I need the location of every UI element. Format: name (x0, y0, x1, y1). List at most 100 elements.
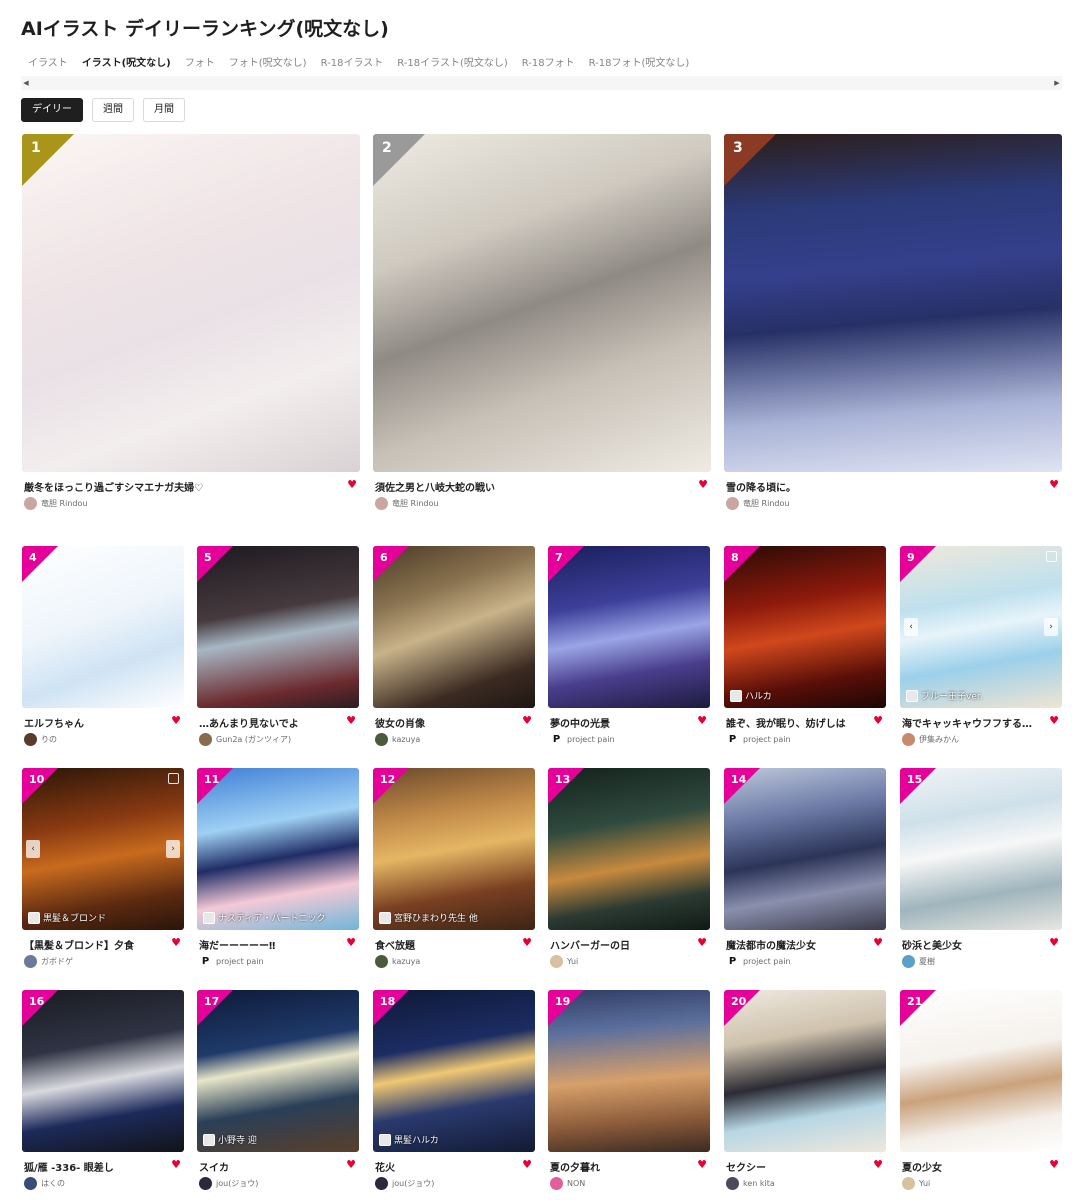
artwork-thumbnail[interactable]: 6 (373, 546, 535, 708)
author-link[interactable]: 竜胆 Rindou (24, 497, 87, 510)
artwork-title[interactable]: セクシー (726, 1159, 866, 1174)
author-link[interactable]: kazuya (375, 955, 420, 968)
author-link[interactable]: jou(ジョウ) (375, 1177, 434, 1190)
author-link[interactable]: ken kita (726, 1177, 775, 1190)
artwork-thumbnail[interactable]: 12 宮野ひまわり先生 他 (373, 768, 535, 930)
artwork-thumbnail[interactable]: 5 (197, 546, 359, 708)
artwork-title[interactable]: 海でキャッキャウフフする… (902, 715, 1042, 730)
artwork-thumbnail[interactable]: 4 (22, 546, 184, 708)
carousel-prev-icon[interactable]: ‹ (904, 618, 918, 636)
author-link[interactable]: 竜胆 Rindou (375, 497, 438, 510)
artwork-thumbnail[interactable]: 2 (373, 134, 711, 472)
scroll-left-icon[interactable]: ◀ (21, 76, 31, 90)
ranking-card[interactable]: 12 宮野ひまわり先生 他食べ放題 ♥ kazuya (373, 768, 535, 978)
artwork-thumbnail[interactable]: 15 (900, 768, 1062, 930)
carousel-prev-icon[interactable]: ‹ (26, 840, 40, 858)
carousel-next-icon[interactable]: › (1044, 618, 1058, 636)
artwork-thumbnail[interactable]: 9 ブルー王子ver. ‹ › (900, 546, 1062, 708)
artwork-title[interactable]: エルフちゃん (24, 715, 164, 730)
heart-icon[interactable]: ♥ (873, 1159, 883, 1171)
artwork-title[interactable]: 雪の降る頃に。 (726, 479, 1042, 494)
artwork-thumbnail[interactable]: 20 (724, 990, 886, 1152)
artwork-title[interactable]: 魔法都市の魔法少女 (726, 937, 866, 952)
ranking-card[interactable]: 18 黒髪ハルカ花火 ♥ jou(ジョウ) (373, 990, 535, 1200)
heart-icon[interactable]: ♥ (522, 1159, 532, 1171)
ranking-card[interactable]: 19 夏の夕暮れ ♥ NON (548, 990, 710, 1200)
artwork-title[interactable]: 砂浜と美少女 (902, 937, 1042, 952)
artwork-title[interactable]: 誰ぞ、我が眠り、妨げしは (726, 715, 866, 730)
ranking-card[interactable]: 20 セクシー ♥ ken kita (724, 990, 886, 1200)
tab-r18-photo-no-prompt[interactable]: R-18フォト(呪文なし) (582, 56, 697, 72)
artwork-title[interactable]: 食べ放題 (375, 937, 515, 952)
tab-illust-no-prompt[interactable]: イラスト(呪文なし) (75, 56, 178, 72)
artwork-title[interactable]: …あんまり見ないでよ (199, 715, 339, 730)
author-link[interactable]: kazuya (375, 733, 420, 746)
author-link[interactable]: 竜胆 Rindou (726, 497, 789, 510)
artwork-thumbnail[interactable]: 16 (22, 990, 184, 1152)
ranking-card[interactable]: 10 黒髪＆ブロンド ‹ › 【黒髪＆ブロンド】夕食 ♥ ガボドゲ (22, 768, 184, 978)
heart-icon[interactable]: ♥ (873, 937, 883, 949)
author-link[interactable]: Pproject pain (550, 733, 615, 746)
author-link[interactable]: はくの (24, 1177, 65, 1190)
heart-icon[interactable]: ♥ (697, 937, 707, 949)
artwork-title[interactable]: スイカ (199, 1159, 339, 1174)
period-weekly-button[interactable]: 週間 (92, 98, 134, 122)
author-link[interactable]: Pproject pain (726, 955, 791, 968)
author-link[interactable]: Pproject pain (726, 733, 791, 746)
heart-icon[interactable]: ♥ (697, 715, 707, 727)
ranking-card[interactable]: 8 ハルカ誰ぞ、我が眠り、妨げしは ♥ Pproject pain (724, 546, 886, 756)
author-link[interactable]: ガボドゲ (24, 955, 73, 968)
artwork-title[interactable]: 夏の夕暮れ (550, 1159, 690, 1174)
artwork-title[interactable]: 彼女の肖像 (375, 715, 515, 730)
artwork-thumbnail[interactable]: 8 ハルカ (724, 546, 886, 708)
heart-icon[interactable]: ♥ (346, 937, 356, 949)
heart-icon[interactable]: ♥ (873, 715, 883, 727)
tab-r18-illust[interactable]: R-18イラスト (314, 56, 391, 72)
author-link[interactable]: NON (550, 1177, 585, 1190)
artwork-title[interactable]: 夢の中の光景 (550, 715, 690, 730)
carousel-next-icon[interactable]: › (166, 840, 180, 858)
author-link[interactable]: Yui (550, 955, 578, 968)
artwork-title[interactable]: 花火 (375, 1159, 515, 1174)
artwork-thumbnail[interactable]: 10 黒髪＆ブロンド ‹ › (22, 768, 184, 930)
author-link[interactable]: jou(ジョウ) (199, 1177, 258, 1190)
ranking-card[interactable]: 14 魔法都市の魔法少女 ♥ Pproject pain (724, 768, 886, 978)
artwork-title[interactable]: 海だーーーーー‼ (199, 937, 339, 952)
tab-photo-no-prompt[interactable]: フォト(呪文なし) (222, 56, 314, 72)
author-link[interactable]: 夏樹 (902, 955, 935, 968)
heart-icon[interactable]: ♥ (1049, 1159, 1059, 1171)
tab-illust[interactable]: イラスト (21, 56, 75, 72)
artwork-thumbnail[interactable]: 3 (724, 134, 1062, 472)
artwork-title[interactable]: 須佐之男と八岐大蛇の戦い (375, 479, 691, 494)
ranking-card[interactable]: 11 ナスティア・パートニック 海だーーーーー‼ ♥ Pproject pain (197, 768, 359, 978)
ranking-card[interactable]: 15 砂浜と美少女 ♥ 夏樹 (900, 768, 1062, 978)
heart-icon[interactable]: ♥ (1049, 715, 1059, 727)
ranking-card[interactable]: 7 夢の中の光景 ♥ Pproject pain (548, 546, 710, 756)
ranking-card[interactable]: 2 須佐之男と八岐大蛇の戦い ♥ 竜胆 Rindou (373, 134, 711, 520)
heart-icon[interactable]: ♥ (698, 479, 708, 491)
author-link[interactable]: Gun2a (ガンツィア) (199, 733, 291, 746)
author-link[interactable]: 伊集みかん (902, 733, 959, 746)
artwork-title[interactable]: 狐/雁 -336- 眼差し (24, 1159, 164, 1174)
heart-icon[interactable]: ♥ (347, 479, 357, 491)
author-link[interactable]: Yui (902, 1177, 930, 1190)
tab-photo[interactable]: フォト (178, 56, 222, 72)
ranking-card[interactable]: 9 ブルー王子ver. ‹ › 海でキャッキャウフフする… ♥ 伊集みかん (900, 546, 1062, 756)
heart-icon[interactable]: ♥ (1049, 937, 1059, 949)
ranking-card[interactable]: 17 小野寺 迎スイカ ♥ jou(ジョウ) (197, 990, 359, 1200)
artwork-thumbnail[interactable]: 13 (548, 768, 710, 930)
tab-scrollbar[interactable]: ◀ ▶ (21, 76, 1062, 90)
artwork-thumbnail[interactable]: 14 (724, 768, 886, 930)
artwork-thumbnail[interactable]: 21 (900, 990, 1062, 1152)
ranking-card[interactable]: 5 …あんまり見ないでよ ♥ Gun2a (ガンツィア) (197, 546, 359, 756)
author-link[interactable]: りの (24, 733, 57, 746)
period-monthly-button[interactable]: 月間 (143, 98, 185, 122)
artwork-thumbnail[interactable]: 18 黒髪ハルカ (373, 990, 535, 1152)
heart-icon[interactable]: ♥ (346, 715, 356, 727)
scroll-right-icon[interactable]: ▶ (1052, 76, 1062, 90)
ranking-card[interactable]: 16 狐/雁 -336- 眼差し ♥ はくの (22, 990, 184, 1200)
artwork-thumbnail[interactable]: 19 (548, 990, 710, 1152)
artwork-title[interactable]: 厳冬をほっこり過ごすシマエナガ夫婦♡ (24, 479, 340, 494)
artwork-thumbnail[interactable]: 7 (548, 546, 710, 708)
artwork-title[interactable]: 夏の少女 (902, 1159, 1042, 1174)
